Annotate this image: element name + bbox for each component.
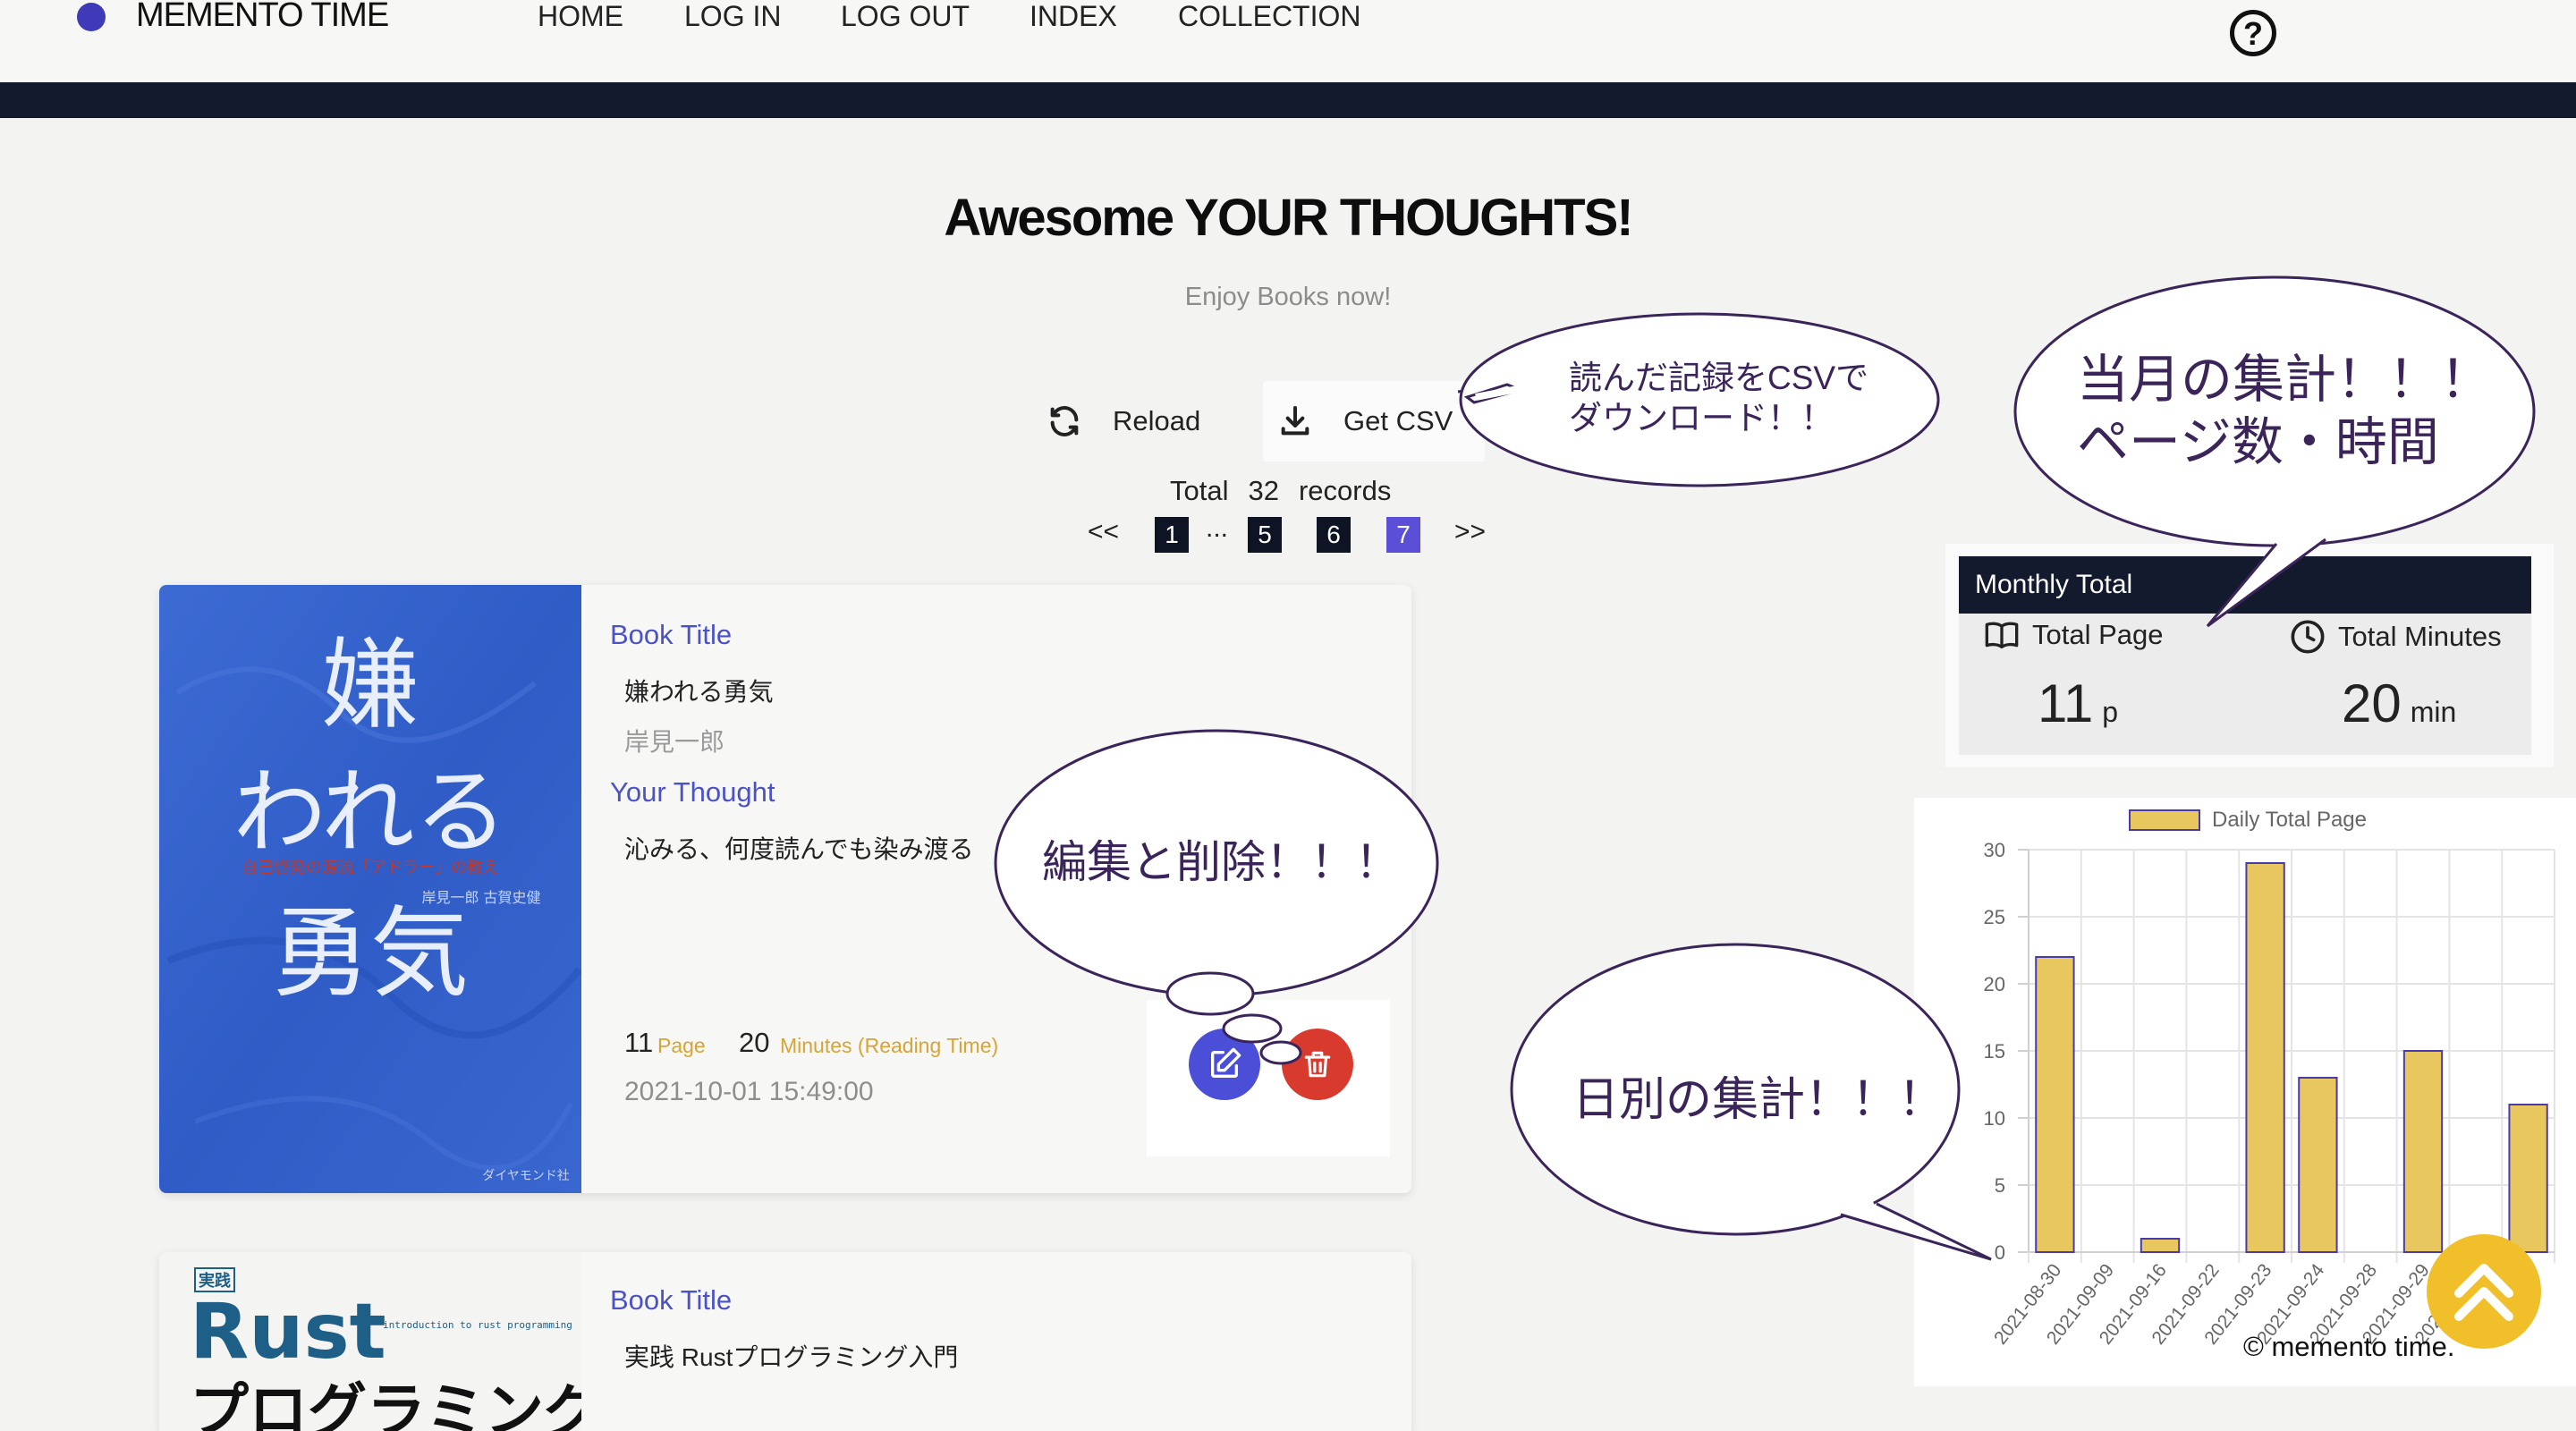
csv-bubble-line-1: 読んだ記録をCSVで (1569, 360, 1869, 396)
double-chevron-up-icon (2454, 1264, 2513, 1321)
monthly-bubble-text: 当月の集計！！！ ページ数・時間 (2077, 349, 2492, 474)
csv-bubble-line-2: ダウンロード！！ (1569, 400, 1834, 436)
csv-bubble-text: 読んだ記録をCSVで ダウンロード！！ (1569, 358, 1868, 438)
monthly-bubble-line-1: 当月の集計！！！ (2077, 351, 2493, 409)
footer-copyright: © memento time. (2243, 1331, 2455, 1362)
annotation-layer (994, 275, 2536, 1261)
monthly-bubble-line-2: ページ数・時間 (2077, 413, 2439, 471)
edit-bubble-text: 編集と削除！！！ (1042, 837, 1400, 887)
daily-bubble-text: 日別の集計！！！ (1572, 1074, 1945, 1126)
scroll-to-top-button[interactable] (2427, 1234, 2541, 1349)
